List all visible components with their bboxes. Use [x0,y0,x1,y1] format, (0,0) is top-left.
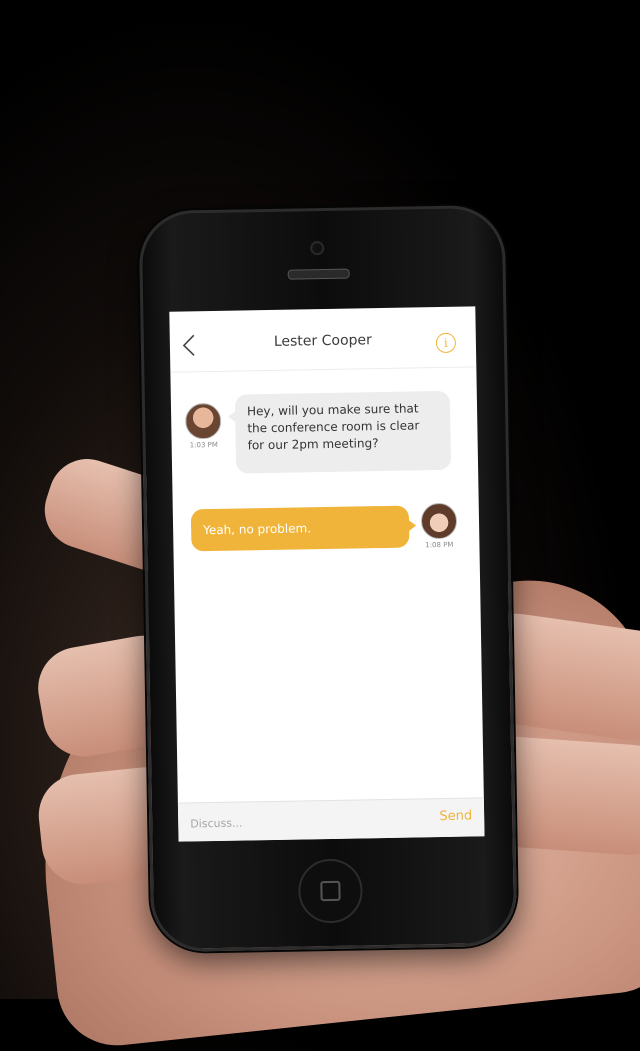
back-button[interactable] [182,333,196,357]
contact-name: Lester Cooper [273,332,372,350]
home-button[interactable] [297,858,364,924]
info-circle-icon: i [443,335,448,350]
avatar-self[interactable] [420,502,458,540]
message-time: 1:03 PM [189,440,218,450]
info-button[interactable]: i [435,332,457,354]
chat-header: Lester Cooper i [169,306,477,373]
outgoing-message-bubble[interactable]: Yeah, no problem. [190,505,410,552]
send-button[interactable]: Send [439,809,472,825]
message-input[interactable] [188,807,413,836]
front-camera [310,241,325,256]
incoming-message-bubble[interactable]: Hey, will you make sure that the confere… [234,390,452,474]
message-time: 1:08 PM [425,540,454,550]
phone-device: Lester Cooper i 1:03 PM Hey, will you ma… [138,204,518,953]
chat-screen: Lester Cooper i 1:03 PM Hey, will you ma… [169,306,485,842]
avatar-lester-cooper[interactable] [184,402,222,440]
chevron-left-icon [182,334,195,356]
earpiece-speaker [287,268,350,280]
message-composer: Send [177,797,485,842]
